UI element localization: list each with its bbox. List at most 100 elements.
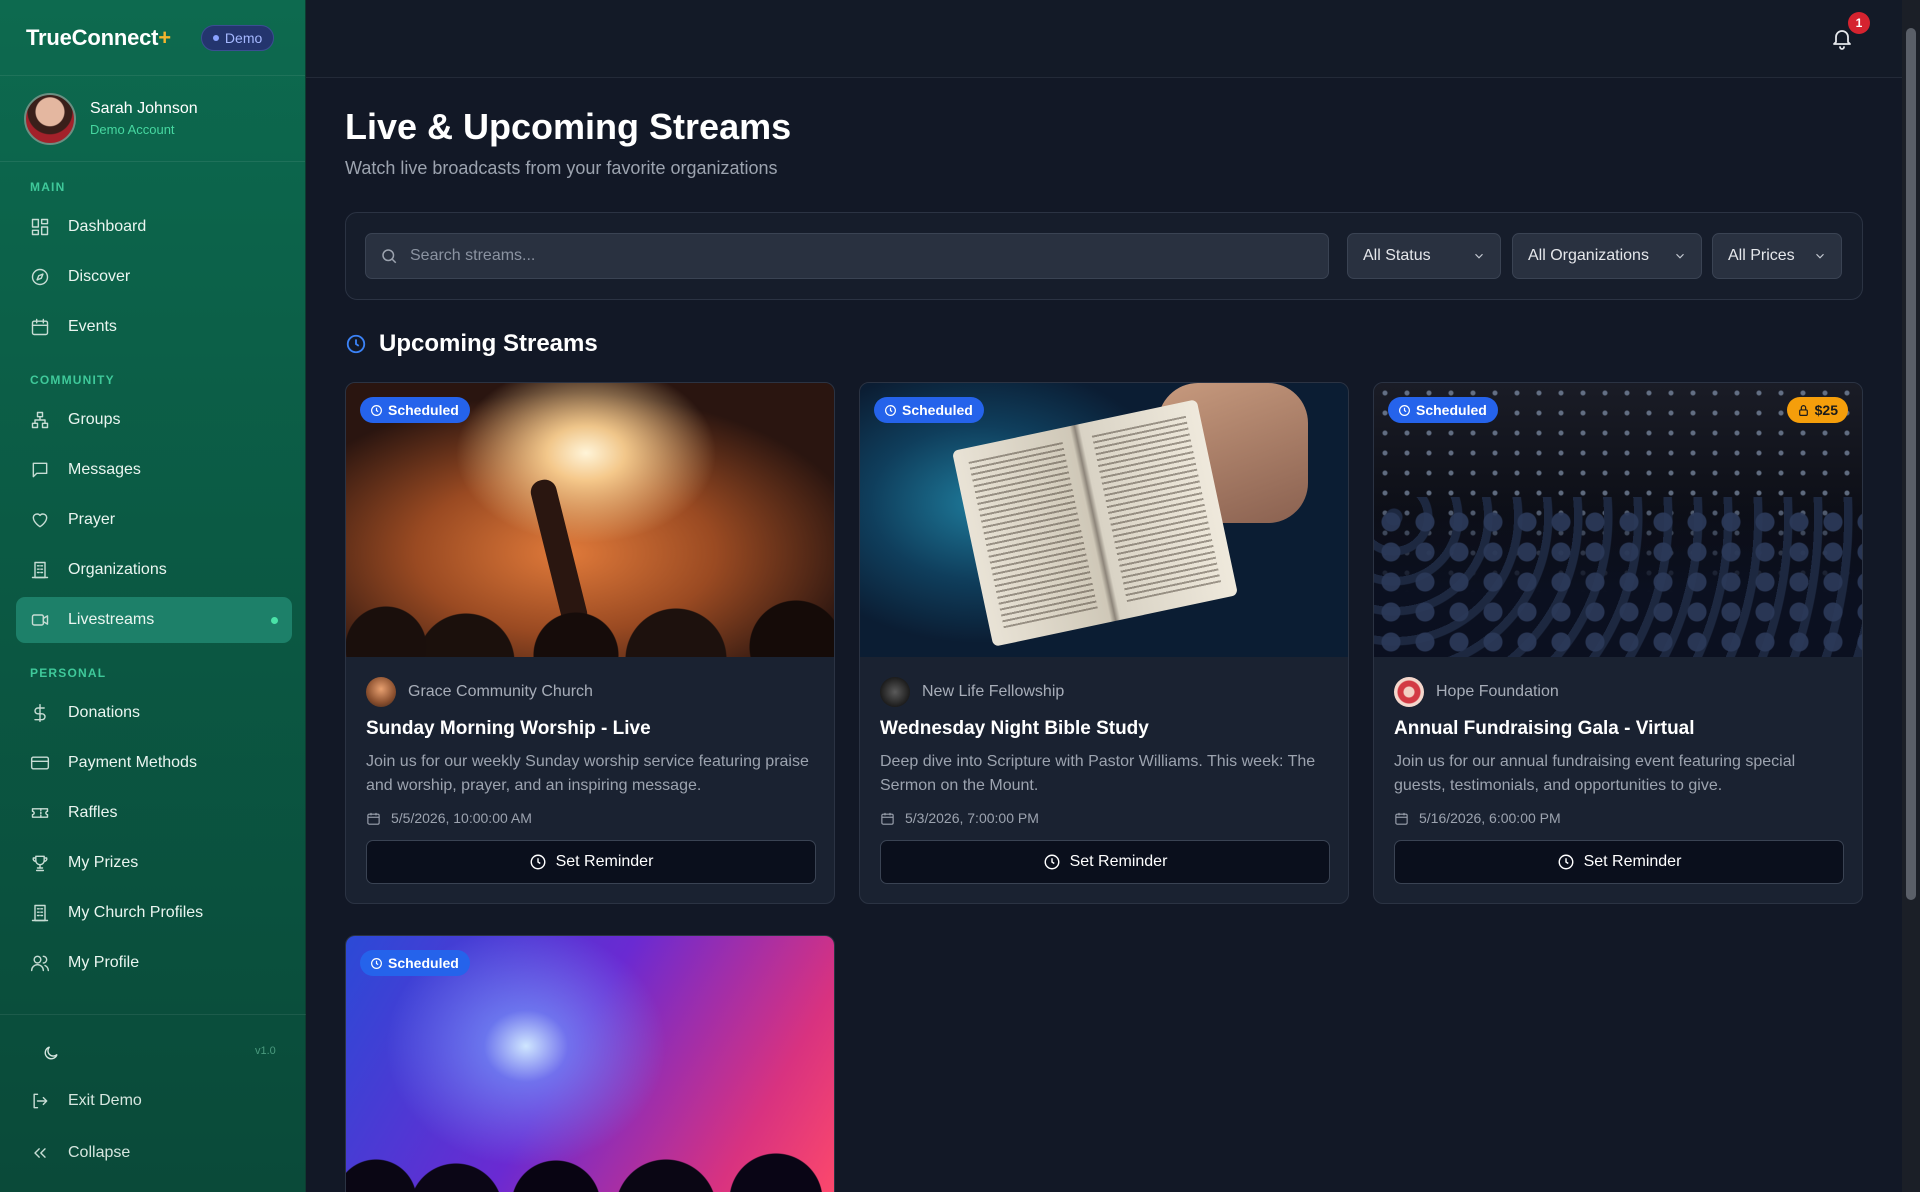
building-icon	[30, 903, 50, 923]
sidebar-item-label: Payment Methods	[68, 754, 197, 771]
sidebar-item-groups[interactable]: Groups	[16, 397, 292, 443]
stream-thumbnail: Scheduled	[346, 383, 834, 657]
sidebar-item-events[interactable]: Events	[16, 304, 292, 350]
sidebar-item-my-prizes[interactable]: My Prizes	[16, 840, 292, 886]
set-reminder-button[interactable]: Set Reminder	[1394, 840, 1844, 884]
sidebar-item-label: Organizations	[68, 561, 167, 578]
status-select[interactable]: All Status	[1347, 233, 1501, 279]
exit-demo-button[interactable]: Exit Demo	[16, 1079, 292, 1123]
clock-icon	[371, 404, 382, 416]
dashboard-icon	[30, 217, 50, 237]
clock-icon	[1044, 854, 1060, 870]
user-profile[interactable]: Sarah Johnson Demo Account	[0, 76, 305, 162]
calendar-icon	[367, 812, 380, 825]
crowd-graphic	[346, 547, 834, 657]
sidebar-item-livestreams[interactable]: Livestreams	[16, 597, 292, 643]
moon-icon	[44, 1046, 58, 1060]
sidebar-item-label: Messages	[68, 461, 141, 478]
stream-datetime: 5/5/2026, 10:00:00 AM	[366, 810, 814, 826]
sidebar-item-prayer[interactable]: Prayer	[16, 497, 292, 543]
sidebar-item-label: Events	[68, 318, 117, 335]
status-badge: Scheduled	[360, 950, 470, 976]
status-badge: Scheduled	[874, 397, 984, 423]
set-reminder-button[interactable]: Set Reminder	[880, 840, 1330, 884]
organization-select[interactable]: All Organizations	[1512, 233, 1702, 279]
ticket-icon	[30, 803, 50, 823]
sidebar-item-discover[interactable]: Discover	[16, 254, 292, 300]
chevrons-left-icon	[34, 1148, 46, 1158]
price-select[interactable]: All Prices	[1712, 233, 1842, 279]
brand-header: TrueConnect+ Demo	[0, 0, 305, 76]
sidebar-item-label: Groups	[68, 411, 121, 428]
page-title: Live & Upcoming Streams	[345, 106, 792, 147]
sidebar-item-payment-methods[interactable]: Payment Methods	[16, 740, 292, 786]
clock-icon	[1399, 404, 1410, 416]
org-logo	[880, 677, 910, 707]
set-reminder-button[interactable]: Set Reminder	[366, 840, 816, 884]
stream-card[interactable]: Scheduled $25 Hope Foundation Annual Fun…	[1373, 382, 1863, 904]
sidebar-item-label: Raffles	[68, 804, 118, 821]
price-select-value: All Prices	[1728, 247, 1795, 264]
scrollbar-thumb[interactable]	[1906, 28, 1916, 900]
stream-datetime: 5/3/2026, 7:00:00 PM	[880, 810, 1328, 826]
stream-organization: New Life Fellowship	[880, 677, 1328, 707]
stream-organization: Grace Community Church	[366, 677, 814, 707]
sidebar: TrueConnect+ Demo Sarah Johnson Demo Acc…	[0, 0, 306, 1192]
stream-thumbnail: Scheduled	[860, 383, 1348, 657]
trophy-icon	[30, 853, 50, 873]
search-input[interactable]	[410, 247, 1290, 265]
org-name: Hope Foundation	[1436, 683, 1559, 700]
status-select-value: All Status	[1363, 247, 1431, 264]
section-title: Upcoming Streams	[379, 330, 598, 357]
sidebar-item-messages[interactable]: Messages	[16, 447, 292, 493]
exit-demo-label: Exit Demo	[68, 1092, 142, 1109]
open-bible-graphic	[951, 399, 1239, 647]
sidebar-item-my-church-profiles[interactable]: My Church Profiles	[16, 890, 292, 936]
demo-dot-icon	[212, 34, 219, 41]
audience-heads-graphic	[1374, 507, 1862, 657]
stream-datetime: 5/16/2026, 6:00:00 PM	[1394, 810, 1842, 826]
sidebar-divider	[0, 1014, 306, 1015]
app-logo[interactable]: TrueConnect+	[26, 25, 171, 51]
chevron-down-icon	[1475, 253, 1483, 259]
users-icon	[30, 953, 50, 973]
section-label-community: COMMUNITY	[30, 373, 115, 387]
clock-icon	[346, 334, 366, 354]
sidebar-item-label: Donations	[68, 704, 141, 721]
sidebar-item-label: Prayer	[68, 511, 116, 528]
section-label-personal: PERSONAL	[30, 666, 107, 680]
collapse-sidebar-button[interactable]: Collapse	[16, 1131, 292, 1175]
building-icon	[30, 560, 50, 580]
filter-bar: All Status All Organizations All Prices	[345, 212, 1863, 300]
collapse-label: Collapse	[68, 1144, 131, 1161]
page-subtitle: Watch live broadcasts from your favorite…	[345, 158, 778, 178]
compass-icon	[30, 267, 50, 287]
stream-card[interactable]: Scheduled	[345, 935, 835, 1192]
notifications-button[interactable]: 1	[1830, 12, 1870, 54]
section-label-main: MAIN	[30, 180, 66, 194]
stream-card[interactable]: Scheduled New Life Fellowship Wednesday …	[859, 382, 1349, 904]
sidebar-item-dashboard[interactable]: Dashboard	[16, 204, 292, 250]
video-icon	[30, 610, 50, 630]
clock-icon	[885, 404, 896, 416]
page-scrollbar[interactable]	[1902, 0, 1920, 1192]
stream-card[interactable]: Scheduled Grace Community Church Sunday …	[345, 382, 835, 904]
sidebar-item-raffles[interactable]: Raffles	[16, 790, 292, 836]
organization-select-value: All Organizations	[1528, 247, 1649, 264]
stream-title: Sunday Morning Worship - Live	[366, 718, 651, 739]
search-icon	[382, 249, 397, 264]
theme-toggle-button[interactable]	[38, 1040, 64, 1066]
sidebar-item-my-profile[interactable]: My Profile	[16, 940, 292, 986]
sidebar-item-organizations[interactable]: Organizations	[16, 547, 292, 593]
notification-count-badge: 1	[1848, 12, 1870, 34]
sidebar-item-donations[interactable]: Donations	[16, 690, 292, 736]
calendar-icon	[881, 812, 894, 825]
demo-badge: Demo	[200, 24, 275, 51]
network-icon	[30, 410, 50, 430]
app-version: v1.0	[255, 1045, 276, 1057]
calendar-icon	[30, 317, 50, 337]
top-bar: 1	[306, 0, 1902, 78]
sidebar-item-label: My Church Profiles	[68, 904, 204, 921]
org-logo	[1394, 677, 1424, 707]
upcoming-streams-heading: Upcoming Streams	[345, 330, 598, 358]
